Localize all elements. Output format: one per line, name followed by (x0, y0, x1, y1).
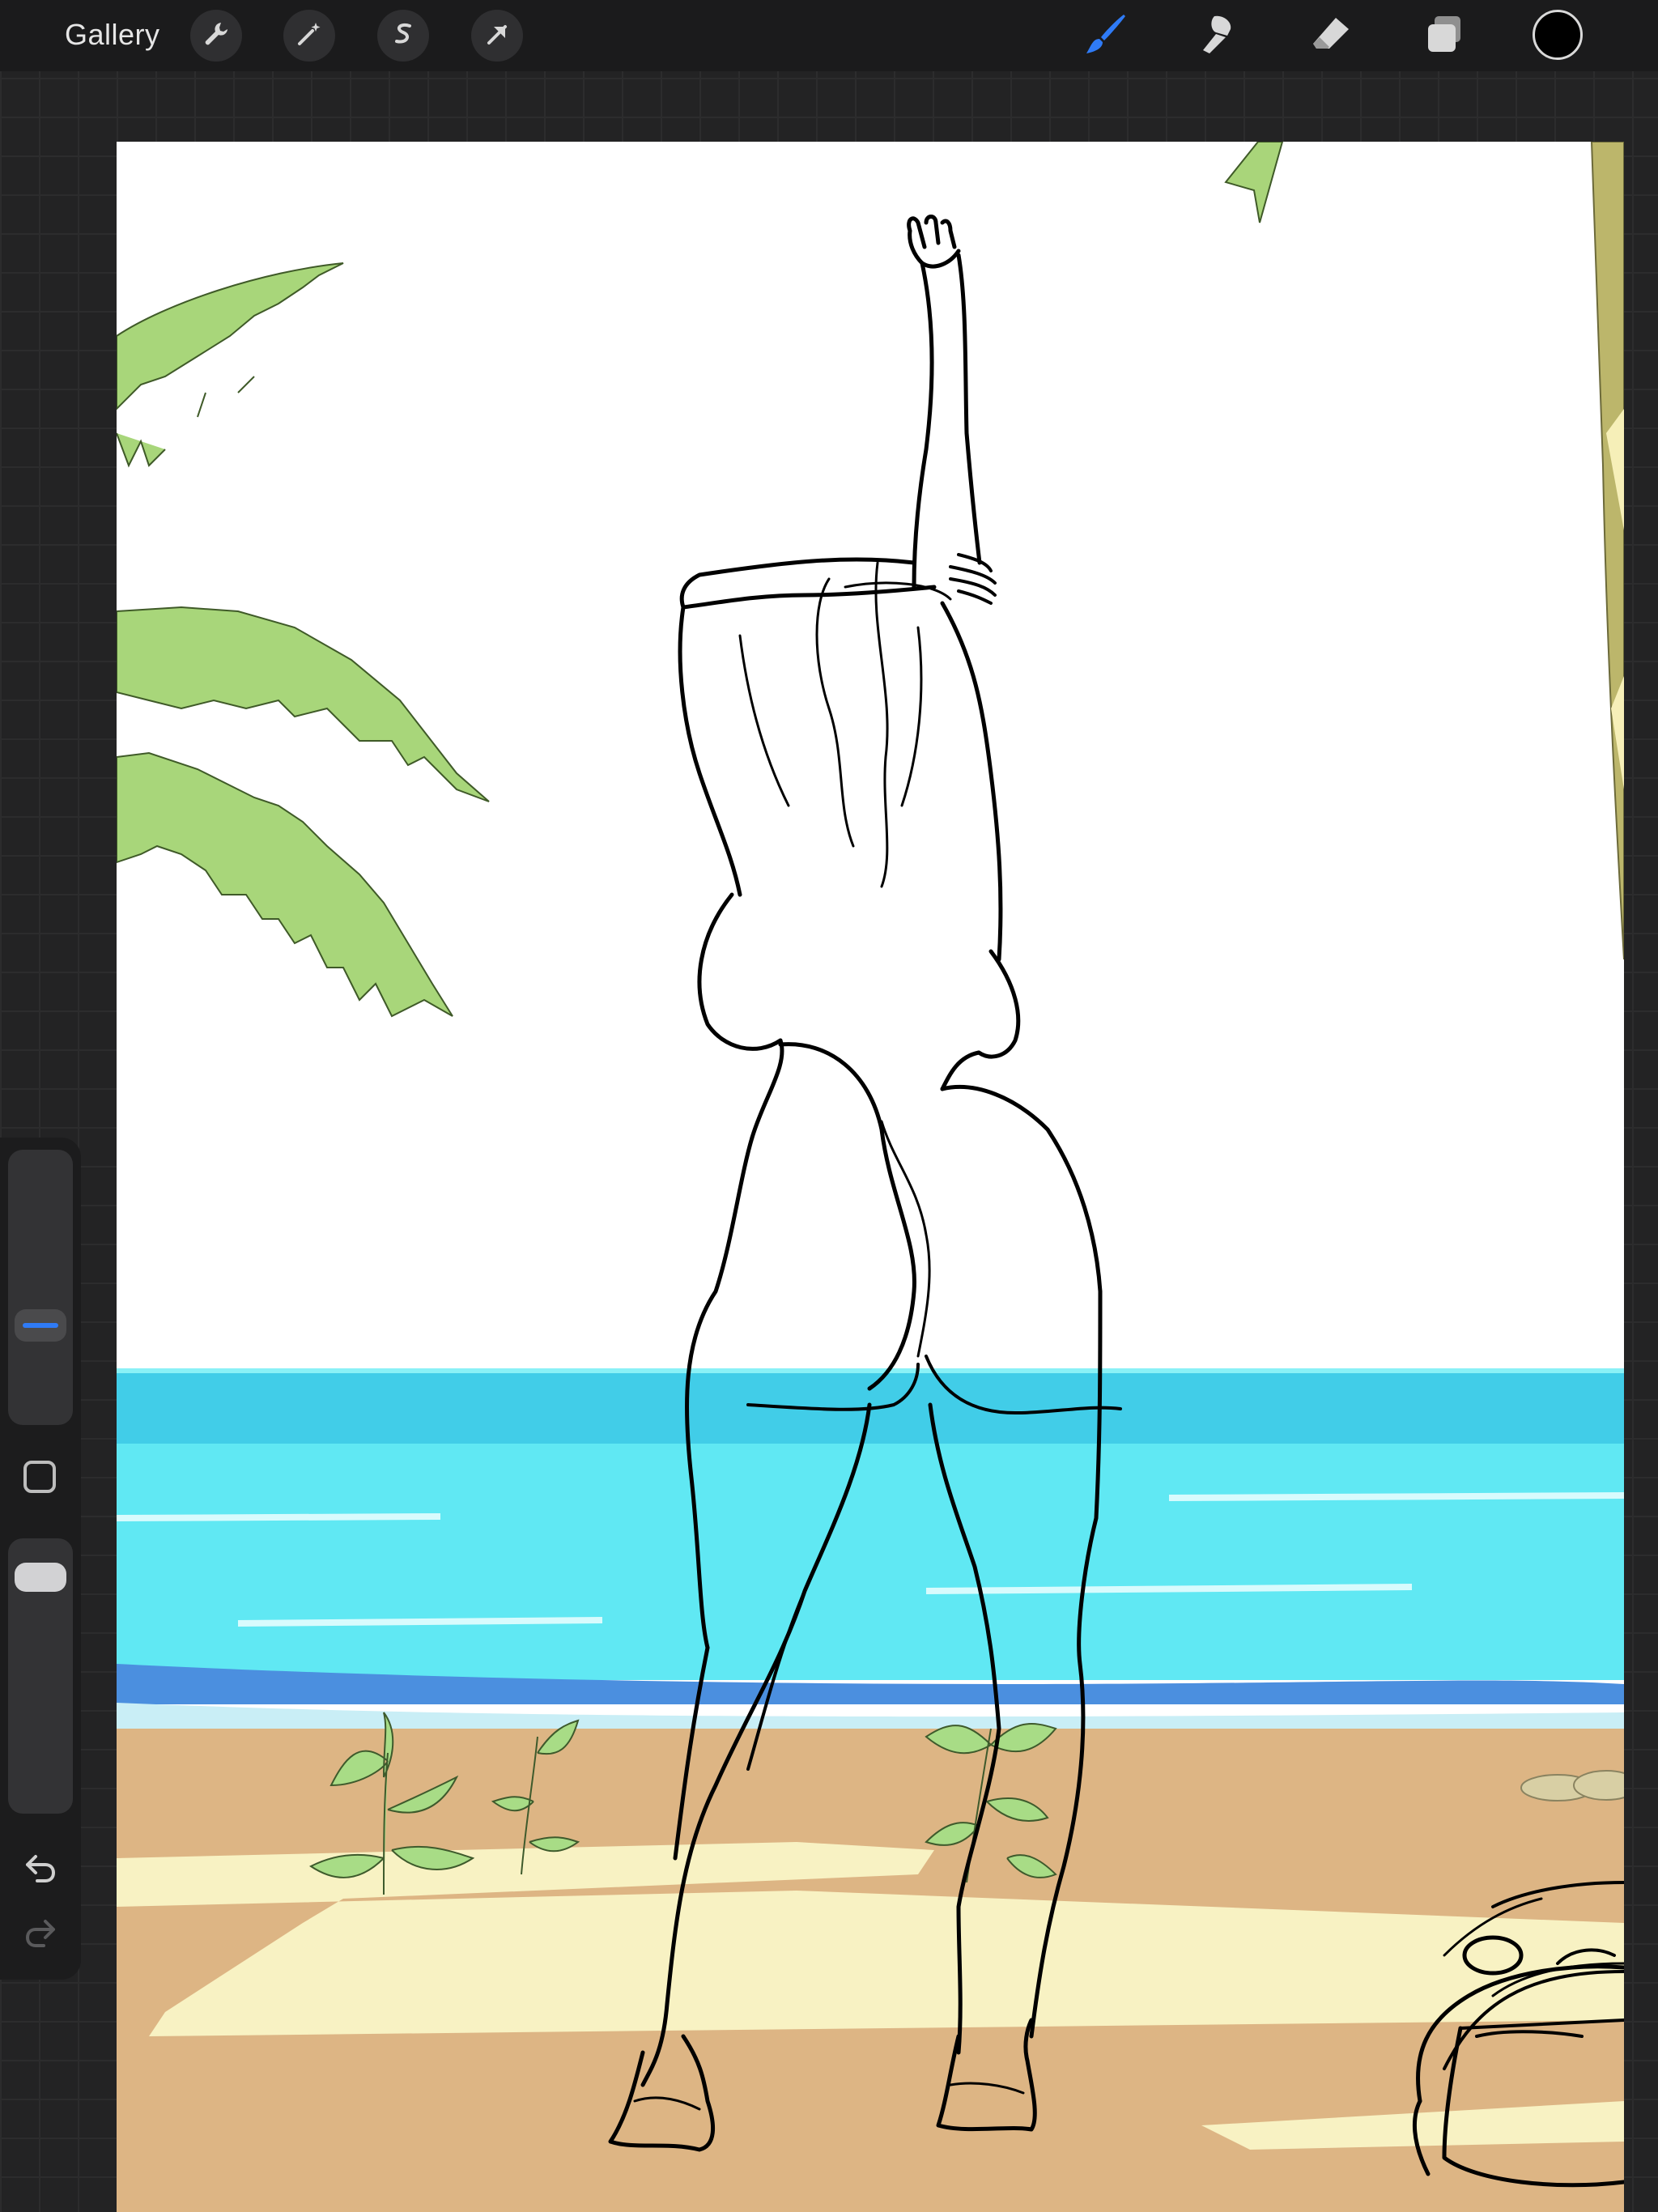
magic-wand-icon (295, 19, 324, 53)
brush-icon (1082, 10, 1130, 62)
smudge-tool-button[interactable] (1190, 8, 1245, 63)
drawing-canvas[interactable] (117, 142, 1624, 2212)
horizon-line (117, 1368, 1624, 1373)
top-toolbar: Gallery (0, 0, 1658, 71)
brush-opacity-handle[interactable] (15, 1563, 66, 1592)
actions-button[interactable] (190, 10, 242, 62)
redo-icon (23, 1915, 58, 1955)
beach-rock (1573, 1770, 1624, 1801)
layers-icon (1423, 13, 1465, 59)
palm-leaf-top (1224, 142, 1284, 223)
modify-button[interactable] (23, 1460, 57, 1498)
transform-button[interactable] (471, 10, 523, 62)
square-modify-icon (23, 1460, 57, 1498)
wrench-icon (202, 19, 231, 53)
transform-arrow-icon (483, 19, 512, 53)
brush-size-handle[interactable] (15, 1309, 66, 1342)
artwork (117, 142, 1624, 2212)
palm-trunk (1590, 142, 1624, 960)
brush-sidebar (0, 1138, 81, 1980)
adjustments-button[interactable] (283, 10, 335, 62)
brush-opacity-slider[interactable] (8, 1538, 73, 1814)
undo-icon (23, 1850, 58, 1890)
eraser-tool-button[interactable] (1303, 8, 1358, 63)
gallery-button[interactable]: Gallery (65, 18, 160, 52)
redo-button[interactable] (21, 1915, 60, 1954)
color-picker-button[interactable] (1533, 10, 1583, 60)
brush-tool-button[interactable] (1078, 8, 1133, 63)
brush-size-slider[interactable] (8, 1150, 73, 1425)
selection-s-icon (389, 19, 418, 53)
palm-fronds (117, 262, 490, 1018)
surf (117, 1703, 1624, 1733)
smudge-icon (1195, 11, 1240, 61)
selection-button[interactable] (377, 10, 429, 62)
undo-button[interactable] (21, 1850, 60, 1889)
layers-button[interactable] (1417, 8, 1472, 63)
eraser-icon (1308, 11, 1354, 61)
